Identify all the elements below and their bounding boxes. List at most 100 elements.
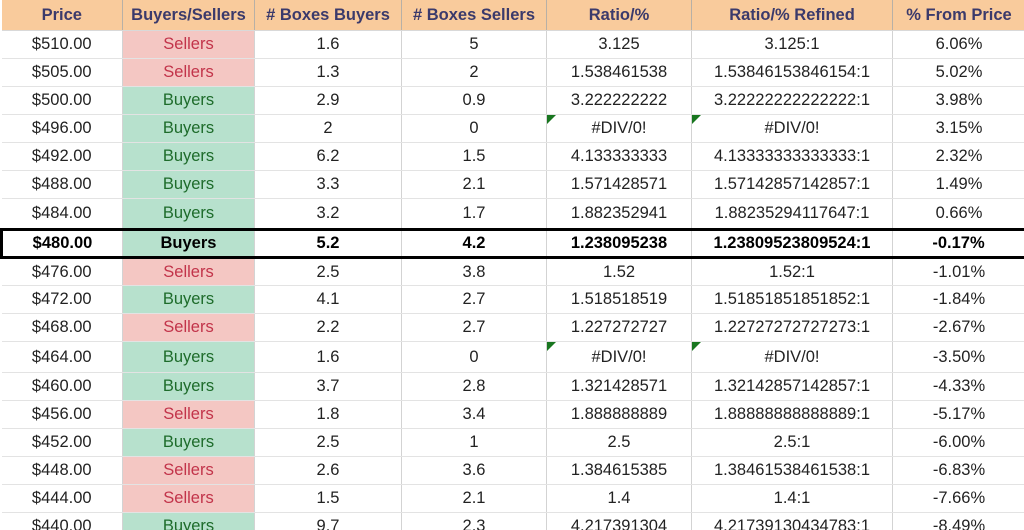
cell-ratio-refined[interactable]: 1.38461538461538:1 [691,456,893,485]
cell-buyers-sellers[interactable]: Sellers [122,456,255,485]
cell-ratio[interactable]: 1.227272727 [546,313,692,342]
cell-boxes-buyers[interactable]: 1.3 [254,58,402,87]
cell-boxes-sellers[interactable]: 5 [401,30,547,59]
cell-boxes-sellers[interactable]: 2.8 [401,372,547,401]
cell-ratio-error[interactable]: #DIV/0! [546,114,692,143]
cell-boxes-buyers[interactable]: 4.1 [254,285,402,314]
cell-ratio-refined[interactable]: 1.4:1 [691,484,893,513]
cell-from-price[interactable]: -2.67% [892,313,1024,342]
cell-price[interactable]: $484.00 [1,198,123,230]
cell-ratio-refined[interactable]: 1.57142857142857:1 [691,170,893,199]
cell-from-price[interactable]: 3.15% [892,114,1024,143]
cell-ratio-refined[interactable]: 1.53846153846154:1 [691,58,893,87]
cell-from-price[interactable]: -8.49% [892,512,1024,530]
cell-boxes-sellers[interactable]: 3.6 [401,456,547,485]
cell-ratio[interactable]: 1.538461538 [546,58,692,87]
column-header-from-price[interactable]: % From Price [892,0,1024,31]
cell-boxes-sellers[interactable]: 2.3 [401,512,547,530]
column-header-buyers-sellers[interactable]: Buyers/Sellers [122,0,255,31]
cell-buyers-sellers[interactable]: Sellers [122,484,255,513]
cell-boxes-sellers[interactable]: 1.7 [401,198,547,230]
table-row[interactable]: $444.00 Sellers 1.5 2.1 1.4 1.4:1 -7.66% [1,484,1024,513]
cell-boxes-sellers[interactable]: 2.1 [401,170,547,199]
cell-buyers-sellers[interactable]: Buyers [122,86,255,115]
cell-buyers-sellers[interactable]: Sellers [122,257,255,286]
cell-ratio[interactable]: 1.238095238 [546,228,692,259]
cell-ratio-refined[interactable]: 2.5:1 [691,428,893,457]
cell-buyers-sellers[interactable]: Buyers [122,512,255,530]
cell-from-price[interactable]: 0.66% [892,198,1024,230]
cell-ratio[interactable]: 4.217391304 [546,512,692,530]
cell-boxes-sellers[interactable]: 3.8 [401,257,547,286]
cell-boxes-sellers[interactable]: 2.1 [401,484,547,513]
cell-buyers-sellers[interactable]: Buyers [122,114,255,143]
cell-boxes-buyers[interactable]: 2.2 [254,313,402,342]
cell-buyers-sellers[interactable]: Sellers [122,30,255,59]
table-row[interactable]: $476.00 Sellers 2.5 3.8 1.52 1.52:1 -1.01% [1,257,1024,286]
cell-price[interactable]: $496.00 [1,114,123,143]
table-row[interactable]: $456.00 Sellers 1.8 3.4 1.888888889 1.8888888… [1,400,1024,429]
table-row[interactable]: $460.00 Buyers 3.7 2.8 1.321428571 1.32142857… [1,372,1024,401]
cell-boxes-buyers[interactable]: 1.5 [254,484,402,513]
cell-boxes-buyers[interactable]: 3.2 [254,198,402,230]
cell-buyers-sellers[interactable]: Buyers [122,228,255,259]
cell-from-price[interactable]: 1.49% [892,170,1024,199]
cell-price[interactable]: $456.00 [1,400,123,429]
column-header-ratio[interactable]: Ratio/% [546,0,692,31]
cell-from-price[interactable]: -5.17% [892,400,1024,429]
cell-boxes-buyers[interactable]: 5.2 [254,228,402,259]
cell-ratio[interactable]: 1.518518519 [546,285,692,314]
cell-ratio[interactable]: 1.571428571 [546,170,692,199]
cell-ratio[interactable]: 1.888888889 [546,400,692,429]
cell-buyers-sellers[interactable]: Buyers [122,170,255,199]
cell-buyers-sellers[interactable]: Sellers [122,400,255,429]
cell-ratio-refined[interactable]: 4.13333333333333:1 [691,142,893,171]
table-row-selected[interactable]: $480.00 Buyers 5.2 4.2 1.238095238 1.23809523… [0,228,1024,259]
table-row[interactable]: $440.00 Buyers 9.7 2.3 4.217391304 4.21739130… [1,512,1024,530]
cell-ratio[interactable]: 3.222222222 [546,86,692,115]
cell-ratio-refined[interactable]: 3.22222222222222:1 [691,86,893,115]
cell-ratio-refined[interactable]: 1.32142857142857:1 [691,372,893,401]
cell-boxes-buyers[interactable]: 1.8 [254,400,402,429]
cell-buyers-sellers[interactable]: Buyers [122,428,255,457]
spreadsheet-grid[interactable]: Price Buyers/Sellers # Boxes Buyers # Bo… [0,0,1024,530]
cell-ratio-refined[interactable]: 1.88888888888889:1 [691,400,893,429]
cell-boxes-buyers[interactable]: 1.6 [254,30,402,59]
cell-from-price[interactable]: -6.83% [892,456,1024,485]
cell-ratio-refined[interactable]: 1.52:1 [691,257,893,286]
table-row[interactable]: $492.00 Buyers 6.2 1.5 4.133333333 4.13333333… [1,142,1024,171]
column-header-ratio-refined[interactable]: Ratio/% Refined [691,0,893,31]
cell-buyers-sellers[interactable]: Buyers [122,341,255,373]
cell-price[interactable]: $440.00 [1,512,123,530]
cell-ratio-refined[interactable]: 1.88235294117647:1 [691,198,893,230]
table-row[interactable]: $496.00 Buyers 2 0 #DIV/0! #DIV/0! 3.15% [1,114,1024,143]
cell-boxes-buyers[interactable]: 2.5 [254,428,402,457]
cell-ratio[interactable]: 2.5 [546,428,692,457]
cell-boxes-sellers[interactable]: 1 [401,428,547,457]
cell-price[interactable]: $452.00 [1,428,123,457]
cell-ratio-refined[interactable]: 1.23809523809524:1 [691,228,893,259]
cell-buyers-sellers[interactable]: Buyers [122,285,255,314]
cell-ratio[interactable]: 1.52 [546,257,692,286]
cell-price[interactable]: $510.00 [1,30,123,59]
cell-boxes-sellers[interactable]: 1.5 [401,142,547,171]
cell-from-price[interactable]: -6.00% [892,428,1024,457]
cell-boxes-buyers[interactable]: 2 [254,114,402,143]
cell-boxes-sellers[interactable]: 0 [401,341,547,373]
cell-boxes-sellers[interactable]: 0.9 [401,86,547,115]
cell-ratio-refined[interactable]: 3.125:1 [691,30,893,59]
cell-ratio[interactable]: 1.4 [546,484,692,513]
cell-price[interactable]: $492.00 [1,142,123,171]
column-header-boxes-sellers[interactable]: # Boxes Sellers [401,0,547,31]
cell-from-price[interactable]: -4.33% [892,372,1024,401]
table-row[interactable]: $448.00 Sellers 2.6 3.6 1.384615385 1.3846153… [1,456,1024,485]
cell-ratio[interactable]: 4.133333333 [546,142,692,171]
table-row[interactable]: $472.00 Buyers 4.1 2.7 1.518518519 1.51851851… [1,285,1024,314]
cell-price[interactable]: $472.00 [1,285,123,314]
cell-ratio-refined-error[interactable]: #DIV/0! [691,341,893,373]
cell-boxes-sellers[interactable]: 4.2 [401,228,547,259]
table-row[interactable]: $505.00 Sellers 1.3 2 1.538461538 1.538461538… [1,58,1024,87]
cell-from-price[interactable]: -7.66% [892,484,1024,513]
cell-ratio[interactable]: 3.125 [546,30,692,59]
column-header-price[interactable]: Price [1,0,123,31]
